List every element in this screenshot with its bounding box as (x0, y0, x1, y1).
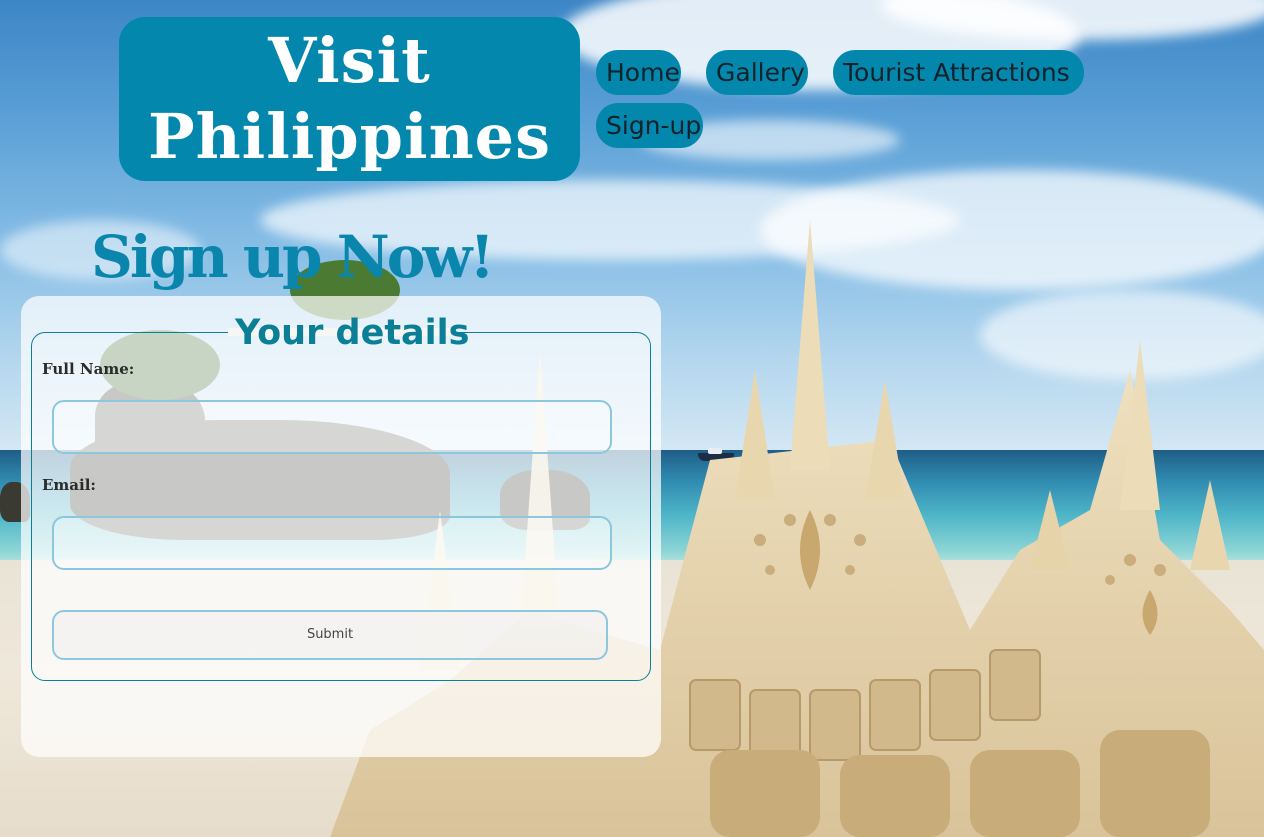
submit-button[interactable]: Submit (52, 610, 608, 660)
fieldset-legend: Your details (235, 313, 470, 353)
email-label: Email: (42, 476, 96, 494)
site-brand: Visit Philippines (119, 17, 580, 181)
nav-gallery[interactable]: Gallery (706, 50, 808, 95)
nav-sign-up[interactable]: Sign-up (596, 103, 703, 148)
brand-line-1: Visit (268, 24, 431, 97)
nav-tourist-attractions[interactable]: Tourist Attractions (833, 50, 1084, 95)
signup-title: Sign up Now! (91, 223, 495, 291)
full-name-input[interactable] (52, 400, 612, 454)
nav-home[interactable]: Home (596, 50, 681, 95)
brand-line-2: Philippines (147, 100, 552, 173)
full-name-label: Full Name: (42, 360, 135, 378)
email-input[interactable] (52, 516, 612, 570)
